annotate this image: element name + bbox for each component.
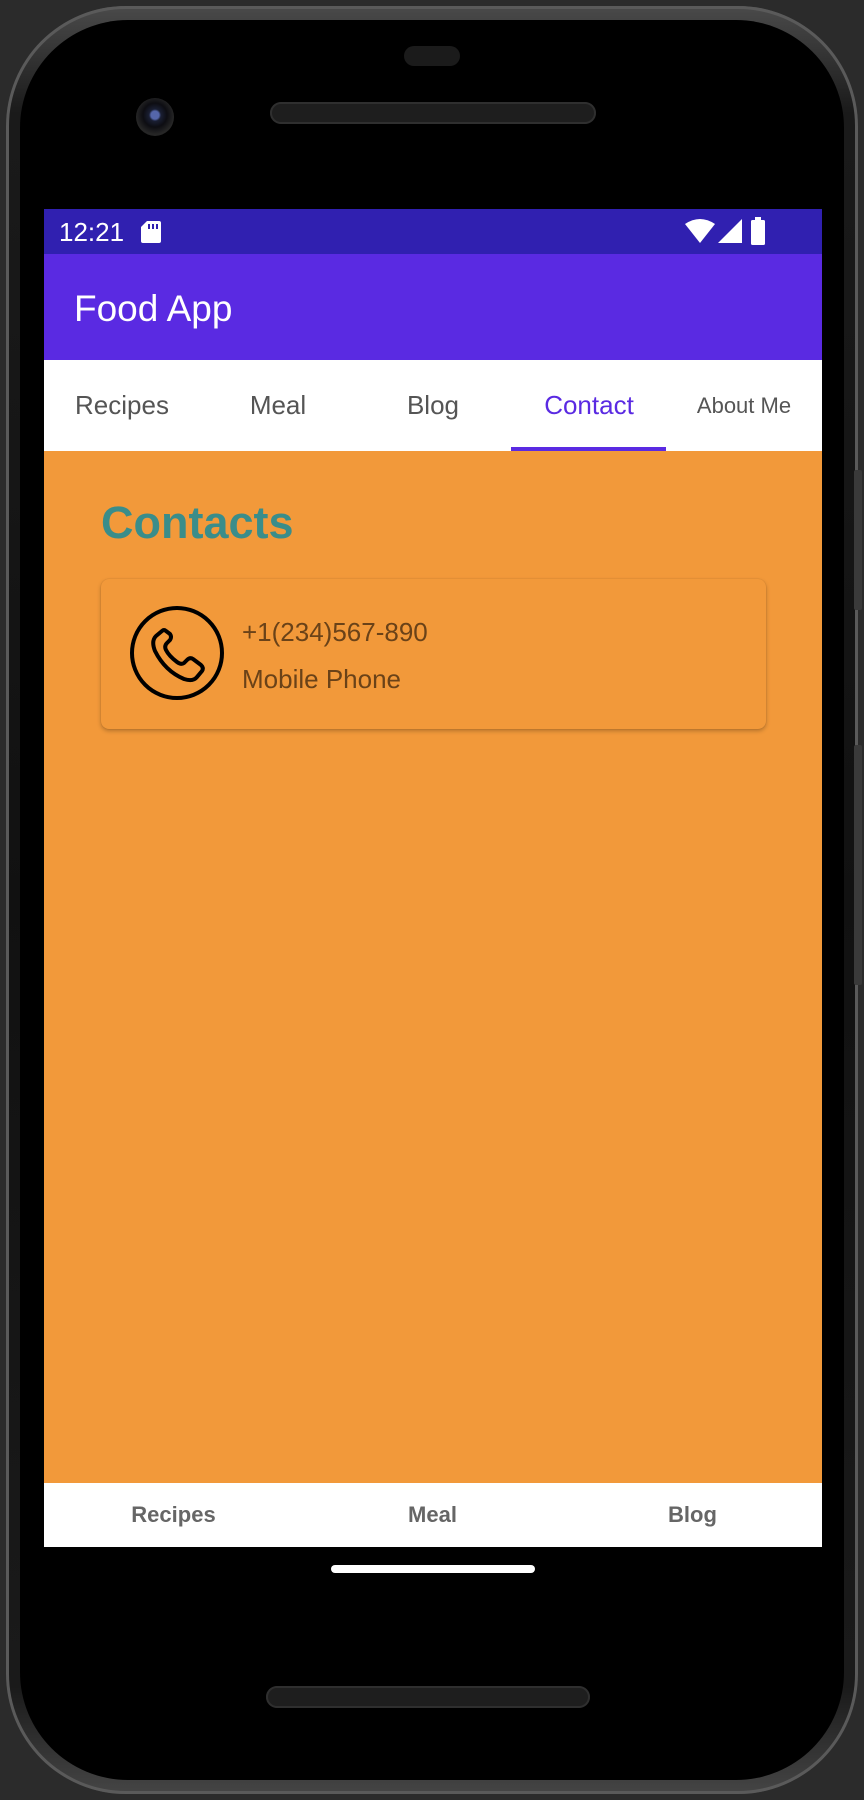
top-tab-bar: Recipes Meal Blog Contact About Me — [44, 360, 822, 451]
contact-card[interactable]: +1(234)567-890 Mobile Phone — [101, 579, 766, 729]
power-button — [854, 745, 862, 985]
wifi-icon — [685, 219, 715, 243]
app-screen: 12:21 Food App Recipes Meal Blog Contact… — [44, 209, 822, 1547]
contact-phone-type: Mobile Phone — [242, 664, 401, 694]
tab-recipes[interactable]: Recipes — [44, 360, 200, 451]
phone-icon — [130, 606, 224, 700]
status-bar: 12:21 — [44, 209, 822, 254]
contact-phone-number: +1(234)567-890 — [242, 617, 428, 647]
tab-meal[interactable]: Meal — [200, 360, 356, 451]
volume-button — [854, 470, 862, 610]
app-title: Food App — [74, 288, 233, 329]
bottom-speaker — [266, 1686, 590, 1708]
active-tab-indicator — [511, 447, 666, 451]
bottom-nav-meal[interactable]: Meal — [303, 1483, 562, 1547]
status-time: 12:21 — [59, 217, 125, 247]
tab-blog[interactable]: Blog — [355, 360, 511, 451]
bottom-nav-blog[interactable]: Blog — [563, 1483, 822, 1547]
bottom-nav-recipes[interactable]: Recipes — [44, 1483, 303, 1547]
cellular-signal-icon — [718, 219, 742, 243]
sd-card-icon — [141, 221, 161, 243]
battery-icon — [751, 217, 765, 245]
front-camera-icon — [136, 98, 174, 136]
home-gesture-bar[interactable] — [331, 1565, 535, 1573]
tab-contact[interactable]: Contact — [511, 360, 667, 451]
bottom-navigation: Recipes Meal Blog — [44, 1483, 822, 1547]
sensor-slot — [404, 46, 460, 66]
page-title: Contacts — [101, 497, 294, 548]
earpiece-speaker — [270, 102, 596, 124]
tab-about-me[interactable]: About Me — [666, 360, 822, 451]
app-bar: Food App — [44, 254, 822, 360]
